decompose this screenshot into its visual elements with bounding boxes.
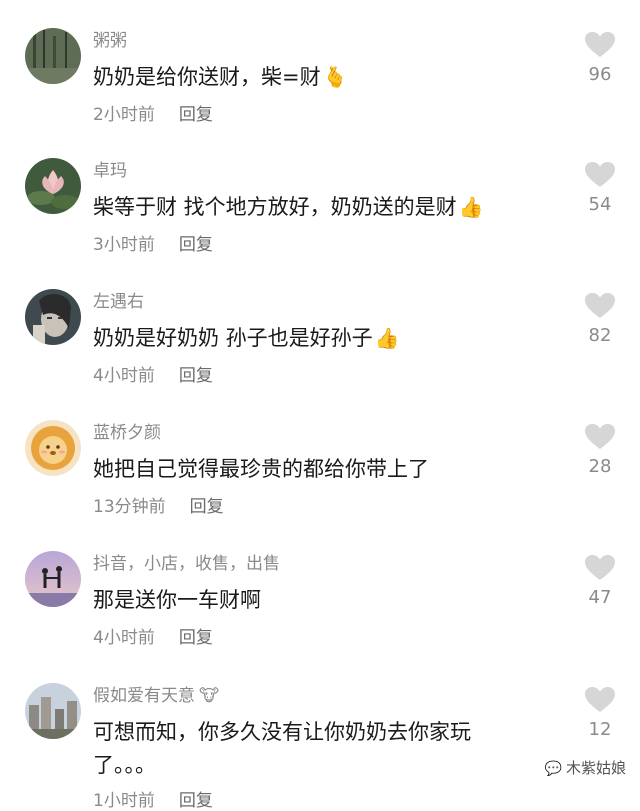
username[interactable]: 卓玛 [93,160,127,182]
reply-button[interactable]: 回复 [179,628,213,648]
reply-button[interactable]: 回复 [179,791,213,811]
username[interactable]: 粥粥 [93,30,127,52]
like-count: 47 [588,587,612,608]
reply-button[interactable]: 回复 [179,105,213,125]
username[interactable]: 抖音，小店，收售，出售 [93,553,280,575]
like-button[interactable]: 28 [580,420,620,477]
comment-meta: 13分钟前 回复 [93,492,224,517]
like-button[interactable]: 96 [580,28,620,85]
watermark: 💬 木紫姑娘 [544,759,626,777]
lotus-avatar-icon [25,158,81,214]
reply-button[interactable]: 回复 [190,497,224,517]
comment-meta: 4小时前 回复 [93,623,213,648]
comment-text: 柴等于财 找个地方放好，奶奶送的是财 👍 [93,195,484,219]
comment-meta: 4小时前 回复 [93,361,213,386]
couple-avatar-icon [25,551,81,607]
username[interactable]: 蓝桥夕颜 [93,422,161,444]
like-button[interactable]: 47 [580,551,620,608]
like-count: 28 [588,456,612,477]
timestamp: 13分钟前 [93,497,166,517]
like-count: 12 [588,719,612,740]
comment-meta: 3小时前 回复 [93,230,213,255]
timestamp: 4小时前 [93,366,155,386]
comment-meta: 1小时前 回复 [93,786,213,811]
timestamp: 3小时前 [93,235,155,255]
reply-button[interactable]: 回复 [179,366,213,386]
reply-button[interactable]: 回复 [179,235,213,255]
timestamp: 1小时前 [93,791,155,811]
heart-icon [585,687,615,712]
wechat-icon: 💬 [544,761,562,777]
thumbs-up-emoji: 👍 [458,195,484,219]
avatar[interactable] [25,289,81,345]
comment-item: 卓玛 柴等于财 找个地方放好，奶奶送的是财 👍 3小时前 回复 54 [0,158,640,289]
heart-icon [585,32,615,57]
comment-meta: 2小时前 回复 [93,100,213,125]
like-count: 82 [588,325,612,346]
comment-text: 她把自己觉得最珍贵的都给你带上了 [93,457,429,481]
like-button[interactable]: 12 [580,683,620,740]
username[interactable]: 左遇右 [93,291,144,313]
lion-avatar-icon [25,420,81,476]
like-count: 96 [588,64,612,85]
comment-item: 蓝桥夕颜 她把自己觉得最珍贵的都给你带上了 13分钟前 回复 28 [0,420,640,551]
username[interactable]: 假如爱有天意 🐮 [93,685,219,707]
trees-avatar-icon [25,28,81,84]
comment-item: 左遇右 奶奶是好奶奶 孙子也是好孙子 👍 4小时前 回复 82 [0,289,640,420]
avatar[interactable] [25,683,81,739]
heart-icon [585,555,615,580]
avatar[interactable] [25,420,81,476]
comment-item: 粥粥 奶奶是给你送财，柴=财 🫰 2小时前 回复 96 [0,28,640,159]
cow-emoji: 🐮 [199,686,220,706]
heart-icon [585,424,615,449]
comment-item: 假如爱有天意 🐮 可想而知，你多久没有让你奶奶去你家玩了。。。 1小时前 回复 12 [0,683,640,811]
comment-text: 奶奶是好奶奶 孙子也是好孙子 👍 [93,326,400,350]
timestamp: 2小时前 [93,105,155,125]
heart-icon [585,293,615,318]
thumbs-up-emoji: 👍 [374,326,400,350]
city-avatar-icon [25,683,81,739]
like-count: 54 [588,194,612,215]
comment-text: 那是送你一车财啊 [93,588,261,612]
like-button[interactable]: 82 [580,289,620,346]
avatar[interactable] [25,28,81,84]
comment-text: 奶奶是给你送财，柴=财 🫰 [93,65,348,89]
heart-hands-emoji: 🫰 [322,65,348,89]
like-button[interactable]: 54 [580,158,620,215]
avatar[interactable] [25,551,81,607]
comment-text: 可想而知，你多久没有让你奶奶去你家玩了。。。 [93,720,471,777]
comment-item: 抖音，小店，收售，出售 那是送你一车财啊 4小时前 回复 47 [0,551,640,682]
timestamp: 4小时前 [93,628,155,648]
portrait-avatar-icon [25,289,81,345]
heart-icon [585,162,615,187]
avatar[interactable] [25,158,81,214]
